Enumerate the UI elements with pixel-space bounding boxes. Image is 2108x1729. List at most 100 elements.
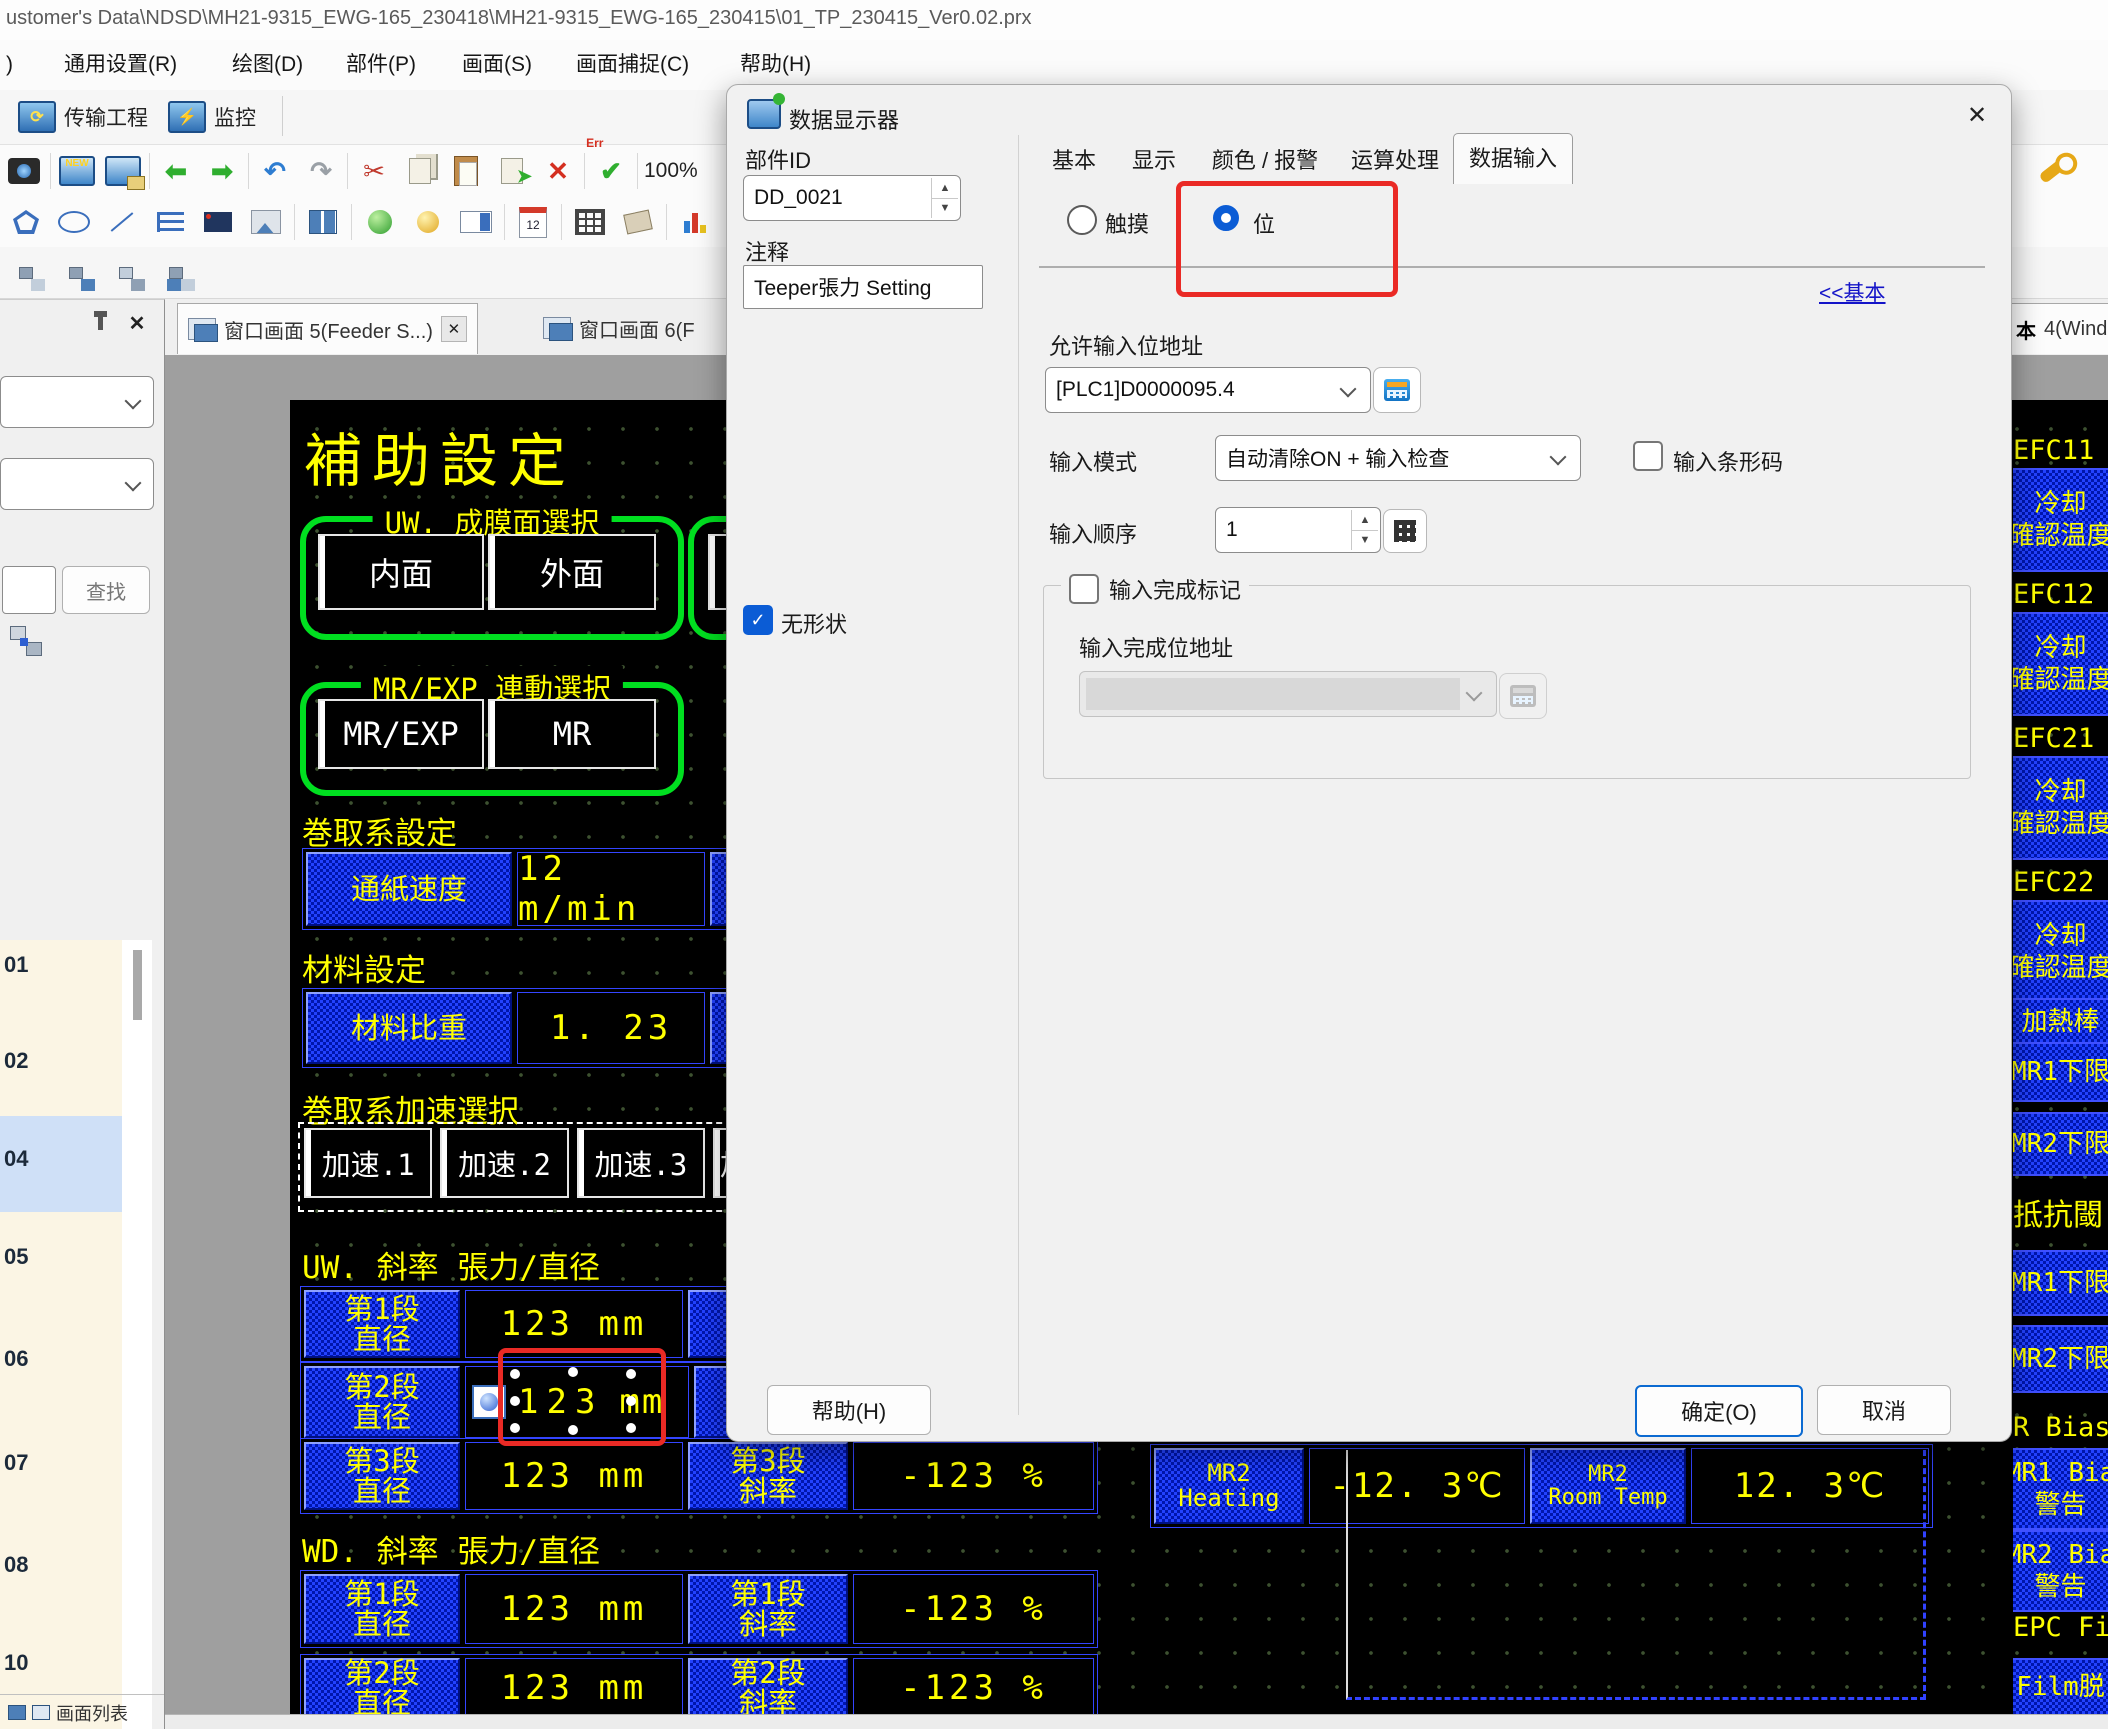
- menu-item-help[interactable]: 帮助(H): [740, 40, 811, 90]
- filled-rect-tool-icon[interactable]: [198, 202, 238, 242]
- undo-icon[interactable]: ↶: [255, 151, 295, 191]
- slope-value-cell[interactable]: -123 %: [853, 1442, 1094, 1510]
- polygon-tool-icon[interactable]: [6, 202, 46, 242]
- cooling-confirm-button[interactable]: 冷却確認温度: [2013, 612, 2108, 716]
- zoom-level[interactable]: 100%: [644, 159, 698, 183]
- accel-1-button[interactable]: 加速.1: [304, 1128, 432, 1198]
- mr2-lower-limit-button[interactable]: MR2下限: [2013, 1325, 2108, 1393]
- menu-item-screen-capture[interactable]: 画面捕捉(C): [576, 40, 689, 90]
- mr1-bias-warning-button[interactable]: MR1 Bia警告: [2013, 1448, 2108, 1530]
- menu-item-cut[interactable]: ): [6, 40, 13, 90]
- mr2-bias-warning-button[interactable]: MR2 Bia警告: [2013, 1530, 2108, 1612]
- cooling-confirm-button[interactable]: 冷却確認温度: [2013, 468, 2108, 572]
- tab-color-alarm[interactable]: 颜色 / 报警: [1195, 139, 1335, 183]
- wd-diameter-row-1[interactable]: 第1段直径 123 mm 第1段斜率 -123 %: [300, 1570, 1098, 1648]
- keypad-part-icon[interactable]: [618, 202, 658, 242]
- accel-2-button[interactable]: 加速.2: [440, 1128, 568, 1198]
- screen-list-item[interactable]: 06: [4, 1346, 28, 1372]
- input-order-input[interactable]: 1 ▲▼: [1215, 507, 1381, 553]
- tab-window-screen-6[interactable]: 窗口画面 6(F: [533, 303, 705, 353]
- screen-list-item[interactable]: 02: [4, 1048, 28, 1074]
- heater-rod-button[interactable]: 加熱棒: [2013, 998, 2108, 1046]
- menu-item-common-settings[interactable]: 通用设置(R): [64, 40, 177, 90]
- menu-item-screen[interactable]: 画面(S): [462, 40, 532, 90]
- row-label-cell[interactable]: 第2段直径: [304, 1366, 460, 1438]
- combo-part-icon[interactable]: [456, 202, 496, 242]
- paper-speed-value-cell[interactable]: 12 m/min: [517, 852, 705, 926]
- film-detach-button[interactable]: Film脱: [2013, 1658, 2108, 1716]
- row-label-cell[interactable]: 第1段直径: [304, 1290, 460, 1358]
- slope-value-cell[interactable]: -123 %: [853, 1658, 1094, 1718]
- preview-icon[interactable]: [4, 151, 44, 191]
- menu-item-parts[interactable]: 部件(P): [346, 40, 416, 90]
- density-label-cell[interactable]: 材料比重: [306, 992, 512, 1064]
- uw-diameter-row-3[interactable]: 第3段直径 123 mm 第3段斜率 -123 %: [300, 1438, 1098, 1514]
- forward-screen-icon[interactable]: ➡: [202, 151, 242, 191]
- no-shape-checkbox[interactable]: ✓: [743, 605, 773, 635]
- tab-base-4[interactable]: 本 4(Wind: [2011, 303, 2108, 354]
- accel-3-button[interactable]: 加速.3: [577, 1128, 705, 1198]
- screen-list-item[interactable]: 07: [4, 1450, 28, 1476]
- uw-film-select-group[interactable]: UW. 成膜面選択 内面 外面: [300, 516, 684, 640]
- lamp-part-icon[interactable]: [408, 202, 448, 242]
- input-mode-combo[interactable]: 自动清除ON + 输入检查: [1215, 435, 1581, 481]
- screen-list-item[interactable]: 05: [4, 1244, 28, 1270]
- tab-basic[interactable]: 基本: [1039, 139, 1109, 183]
- screen-list-tab-icon2[interactable]: [32, 1705, 50, 1720]
- allow-input-address-combo[interactable]: [PLC1]D0000095.4: [1045, 367, 1371, 413]
- paper-speed-row[interactable]: 通紙速度 12 m/min: [302, 848, 780, 930]
- tile-windows-icon[interactable]: [303, 202, 343, 242]
- barcode-checkbox[interactable]: [1633, 441, 1663, 471]
- find-button[interactable]: 查找: [62, 566, 150, 614]
- mr2-lower-limit-button[interactable]: MR2下限: [2013, 1112, 2108, 1176]
- screen-type-dropdown[interactable]: [0, 376, 154, 428]
- outer-face-button[interactable]: 外面: [488, 534, 656, 610]
- sphere-part-icon[interactable]: [360, 202, 400, 242]
- duplicate-icon[interactable]: ➤: [492, 151, 532, 191]
- order-keypad-button[interactable]: [1383, 509, 1427, 553]
- tree-icon-4[interactable]: [156, 253, 196, 293]
- grid-part-icon[interactable]: [570, 202, 610, 242]
- dock-close-icon[interactable]: ✕: [122, 308, 152, 338]
- tab-display[interactable]: 显示: [1119, 139, 1189, 183]
- delete-icon[interactable]: ✕: [538, 151, 578, 191]
- help-button[interactable]: 帮助(H): [767, 1385, 931, 1435]
- image-tool-icon[interactable]: [246, 202, 286, 242]
- date-part-icon[interactable]: 12: [513, 202, 553, 242]
- mr1-lower-limit-button[interactable]: MR1下限: [2013, 1250, 2108, 1316]
- save-icon[interactable]: [103, 151, 143, 191]
- inner-face-button[interactable]: 内面: [318, 534, 484, 610]
- comment-input[interactable]: Teeper張力 Setting: [743, 265, 983, 309]
- error-check-icon[interactable]: Err✔: [591, 151, 631, 191]
- slope-label-cell[interactable]: 第3段斜率: [688, 1442, 848, 1510]
- cancel-button[interactable]: 取消: [1817, 1385, 1951, 1435]
- slope-value-cell[interactable]: -123 %: [853, 1574, 1094, 1644]
- search-input[interactable]: [2, 566, 56, 614]
- mr-exp-link-select-group[interactable]: MR/EXP 連動選択 MR/EXP MR: [300, 682, 684, 796]
- part-id-spinner[interactable]: ▲▼: [931, 178, 958, 218]
- ok-button[interactable]: 确定(O): [1635, 1385, 1803, 1437]
- menu-item-draw[interactable]: 绘图(D): [232, 40, 303, 90]
- row-value-cell[interactable]: 123 mm: [465, 1574, 683, 1644]
- input-order-spinner[interactable]: ▲▼: [1351, 510, 1378, 550]
- tab-operation[interactable]: 运算处理: [1341, 139, 1449, 183]
- slope-label-cell[interactable]: 第2段斜率: [688, 1658, 848, 1718]
- part-id-input[interactable]: DD_0021 ▲▼: [743, 175, 961, 221]
- touch-radio[interactable]: [1067, 205, 1097, 235]
- new-project-icon[interactable]: NEW: [57, 151, 97, 191]
- basic-collapse-link[interactable]: <<基本: [1819, 277, 1886, 307]
- row-value-cell[interactable]: 123 mm: [465, 1658, 683, 1718]
- screen-list-item[interactable]: 08: [4, 1552, 28, 1578]
- density-value-cell[interactable]: 1. 23: [517, 992, 705, 1064]
- slope-label-cell[interactable]: 第1段斜率: [688, 1574, 848, 1644]
- screen-list-item-selected[interactable]: 04: [4, 1146, 28, 1172]
- accel-select-group[interactable]: 加速.1 加速.2 加速.3 加: [298, 1122, 762, 1212]
- copy-icon[interactable]: [400, 151, 440, 191]
- tree-icon-3[interactable]: [106, 253, 146, 293]
- heating-label-cell[interactable]: MR2Heating: [1154, 1448, 1304, 1524]
- line-tool-icon[interactable]: [102, 202, 142, 242]
- wd-diameter-row-2[interactable]: 第2段直径 123 mm 第2段斜率 -123 %: [300, 1654, 1098, 1722]
- mr-button[interactable]: MR: [488, 699, 656, 769]
- cooling-confirm-button[interactable]: 冷却確認温度: [2013, 900, 2108, 1004]
- row-value-cell[interactable]: 123 mm: [465, 1442, 683, 1510]
